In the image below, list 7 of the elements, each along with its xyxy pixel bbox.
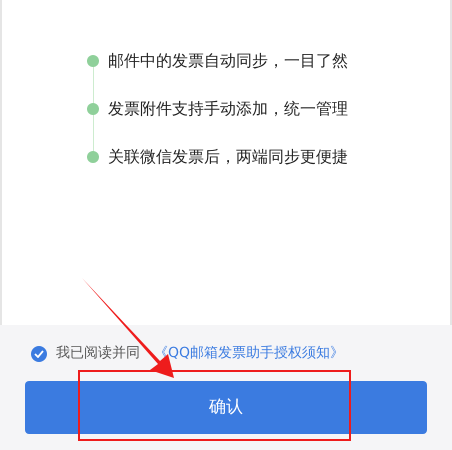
feature-text: 邮件中的发票自动同步，一目了然: [108, 50, 348, 72]
agreement-text: 我已阅读并同: [56, 344, 140, 363]
confirm-button[interactable]: 确认: [25, 381, 427, 434]
agree-checkbox[interactable]: [31, 346, 47, 362]
check-icon: [34, 350, 44, 358]
feature-text: 关联微信发票后，两端同步更便捷: [108, 146, 348, 168]
feature-text: 发票附件支持手动添加，统一管理: [108, 98, 348, 120]
